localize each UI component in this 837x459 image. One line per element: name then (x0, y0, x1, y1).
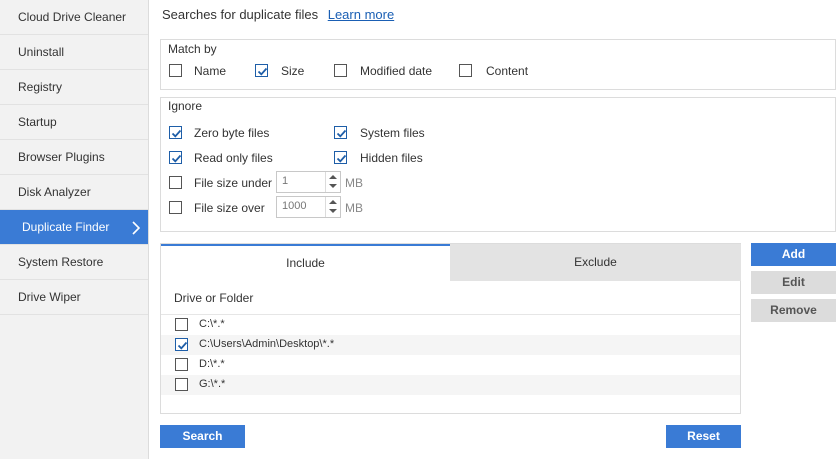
list-item[interactable]: C:\*.* (161, 315, 740, 335)
column-header-drive-or-folder: Drive or Folder (161, 281, 740, 315)
match-name-label: Name (194, 64, 227, 78)
ignore-zero-byte-label: Zero byte files (194, 126, 270, 140)
sidebar-item-label: Browser Plugins (18, 150, 105, 164)
list-item[interactable]: G:\*.* (161, 375, 740, 395)
reset-button[interactable]: Reset (666, 425, 741, 448)
size-under-unit: MB (345, 176, 363, 190)
size-under-stepper[interactable]: 1 (276, 171, 341, 193)
page-header: Searches for duplicate files Learn more (162, 7, 394, 22)
ignore-title: Ignore (168, 99, 203, 113)
checkmark-icon (257, 67, 268, 76)
ignore-read-only-label: Read only files (194, 151, 273, 165)
sidebar-item-drive-wiper[interactable]: Drive Wiper (0, 280, 148, 315)
sidebar-item-startup[interactable]: Startup (0, 105, 148, 140)
sidebar-item-label: Registry (18, 80, 63, 94)
edit-button[interactable]: Edit (751, 271, 836, 294)
ignore-system-checkbox[interactable] (334, 126, 347, 139)
checkmark-icon (177, 341, 188, 350)
add-button[interactable]: Add (751, 243, 836, 266)
sidebar-item-system-restore[interactable]: System Restore (0, 245, 148, 280)
size-over-arrows[interactable] (325, 197, 340, 217)
folder-path: C:\*.* (199, 318, 225, 330)
folder-checkbox[interactable] (175, 358, 188, 371)
sidebar: Cloud Drive Cleaner Uninstall Registry S… (0, 0, 149, 459)
size-over-stepper[interactable]: 1000 (276, 196, 341, 218)
match-by-title: Match by (168, 42, 217, 56)
arrow-down-icon[interactable] (329, 184, 337, 188)
list-item[interactable]: D:\*.* (161, 355, 740, 375)
sidebar-item-label: Disk Analyzer (18, 185, 91, 199)
folder-path: G:\*.* (199, 378, 226, 390)
ignore-read-only-checkbox[interactable] (169, 151, 182, 164)
sidebar-item-label: System Restore (18, 255, 104, 269)
ignore-group: Ignore Zero byte files System files Read… (160, 97, 836, 232)
sidebar-item-label: Uninstall (18, 45, 65, 59)
learn-more-link[interactable]: Learn more (328, 7, 394, 22)
folder-checkbox[interactable] (175, 318, 188, 331)
match-size-checkbox[interactable] (255, 64, 268, 77)
sidebar-item-label: Cloud Drive Cleaner (18, 10, 127, 24)
match-size-label: Size (281, 64, 305, 78)
size-over-unit: MB (345, 201, 363, 215)
chevron-right-icon (132, 210, 140, 245)
ignore-zero-byte-checkbox[interactable] (169, 126, 182, 139)
tab-include[interactable]: Include (161, 244, 450, 281)
match-by-group: Match by Name Size Modified date Content (160, 39, 836, 90)
tab-exclude[interactable]: Exclude (450, 244, 741, 281)
match-modified-date-checkbox[interactable] (334, 64, 347, 77)
match-modified-date-label: Modified date (360, 64, 433, 78)
checkmark-icon (171, 129, 182, 138)
checkmark-icon (336, 154, 347, 163)
folder-path: D:\*.* (199, 358, 225, 370)
sidebar-item-browser-plugins[interactable]: Browser Plugins (0, 140, 148, 175)
page-description: Searches for duplicate files (162, 7, 319, 22)
sidebar-item-registry[interactable]: Registry (0, 70, 148, 105)
sidebar-item-label: Duplicate Finder (22, 220, 110, 234)
ignore-hidden-label: Hidden files (360, 151, 423, 165)
sidebar-item-uninstall[interactable]: Uninstall (0, 35, 148, 70)
arrow-up-icon[interactable] (329, 200, 337, 204)
checkmark-icon (336, 129, 347, 138)
match-name-checkbox[interactable] (169, 64, 182, 77)
ignore-size-under-checkbox[interactable] (169, 176, 182, 189)
sidebar-item-label: Startup (18, 115, 57, 129)
size-under-value: 1 (282, 175, 289, 187)
sidebar-item-disk-analyzer[interactable]: Disk Analyzer (0, 175, 148, 210)
size-over-value: 1000 (282, 200, 307, 212)
folder-path: C:\Users\Admin\Desktop\*.* (199, 338, 335, 350)
ignore-size-over-label: File size over (194, 201, 265, 215)
list-item[interactable]: C:\Users\Admin\Desktop\*.* (161, 335, 740, 355)
folder-tabs-panel: Include Exclude Drive or Folder C:\*.* C… (160, 243, 741, 414)
folder-checkbox[interactable] (175, 338, 188, 351)
match-content-checkbox[interactable] (459, 64, 472, 77)
sidebar-item-duplicate-finder[interactable]: Duplicate Finder (0, 210, 148, 245)
sidebar-item-label: Drive Wiper (18, 290, 81, 304)
ignore-system-label: System files (360, 126, 425, 140)
arrow-down-icon[interactable] (329, 209, 337, 213)
main-panel: Searches for duplicate files Learn more … (150, 0, 837, 459)
ignore-size-over-checkbox[interactable] (169, 201, 182, 214)
checkmark-icon (171, 154, 182, 163)
ignore-hidden-checkbox[interactable] (334, 151, 347, 164)
arrow-up-icon[interactable] (329, 175, 337, 179)
ignore-size-under-label: File size under (194, 176, 273, 190)
sidebar-item-cloud-drive-cleaner[interactable]: Cloud Drive Cleaner (0, 0, 148, 35)
match-content-label: Content (486, 64, 529, 78)
size-under-arrows[interactable] (325, 172, 340, 192)
search-button[interactable]: Search (160, 425, 245, 448)
remove-button[interactable]: Remove (751, 299, 836, 322)
folder-checkbox[interactable] (175, 378, 188, 391)
